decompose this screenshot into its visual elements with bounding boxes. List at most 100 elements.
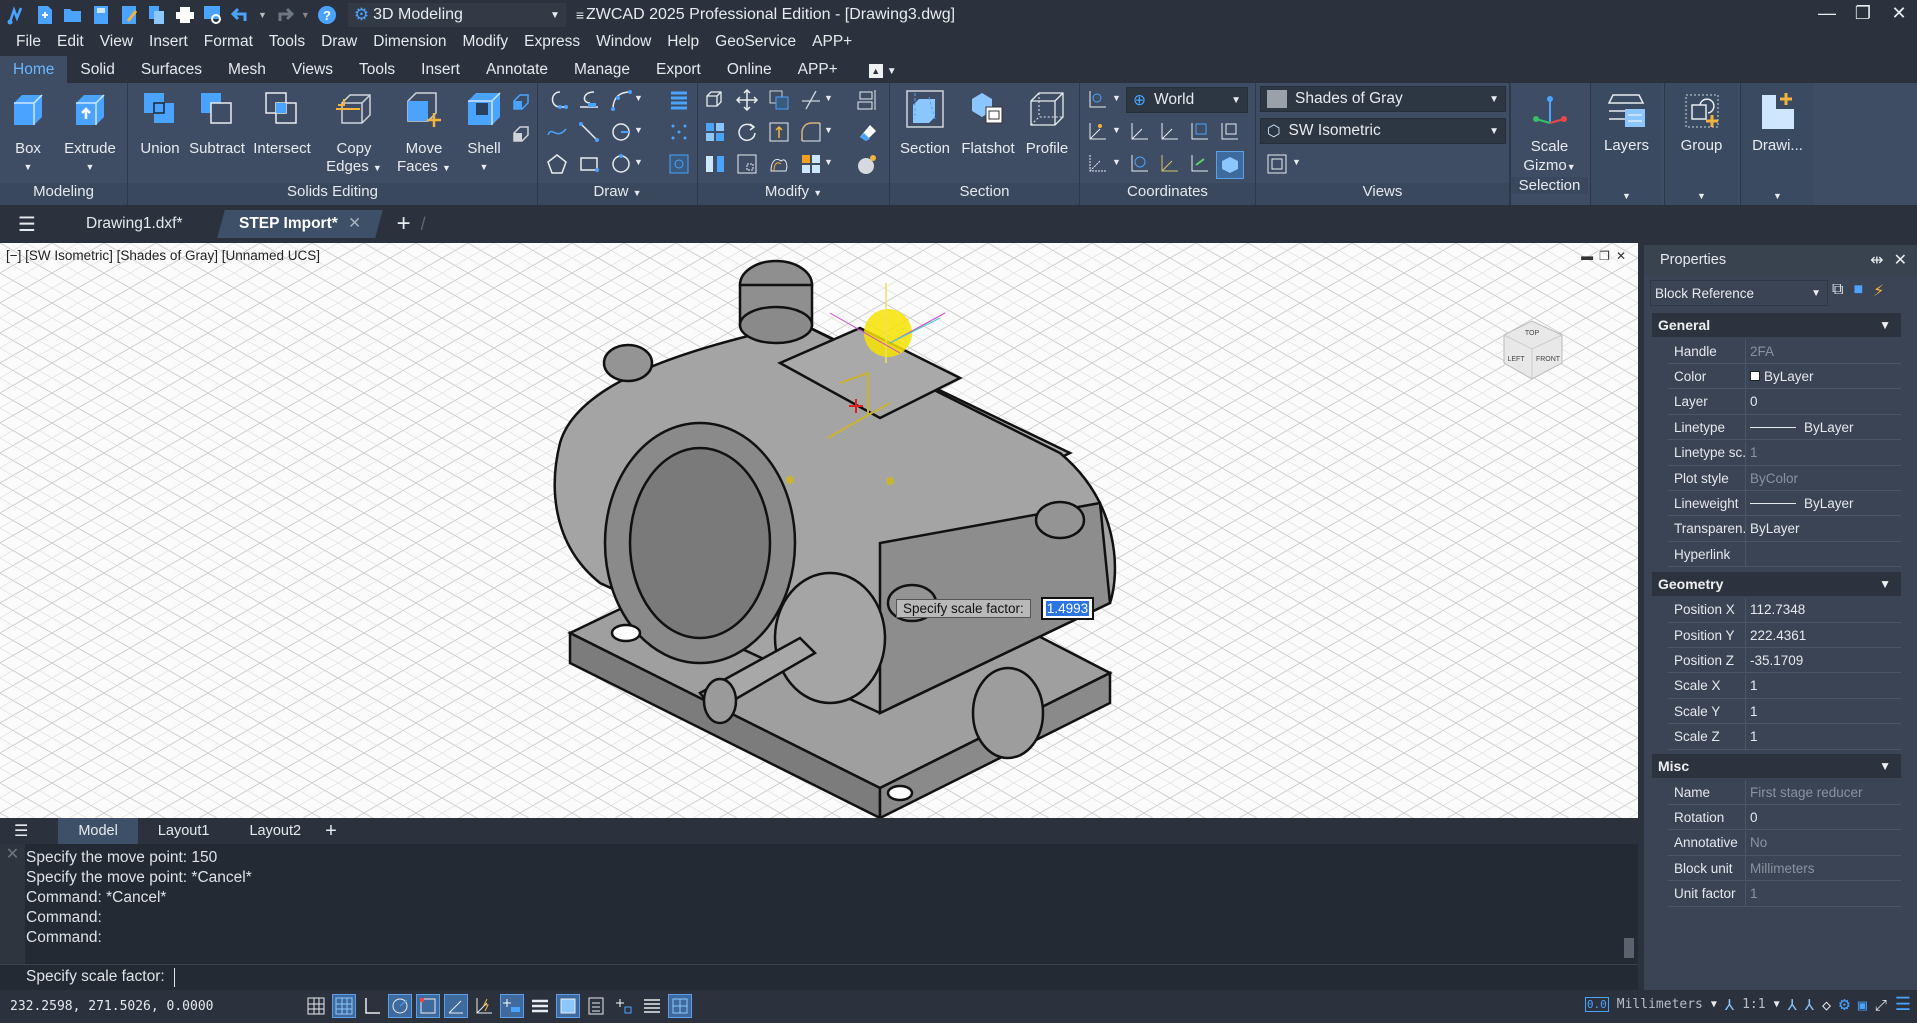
viewport-label[interactable]: [−] [SW Isometric] [Shades of Gray] [Unn…: [6, 248, 320, 263]
object-type-selector[interactable]: Block Reference ▼: [1650, 280, 1828, 306]
command-scrollbar[interactable]: [1624, 850, 1634, 958]
annotation-monitor-toggle[interactable]: [640, 994, 664, 1018]
tab-annotate[interactable]: Annotate: [473, 56, 561, 83]
property-row[interactable]: Plot style ByColor: [1668, 466, 1901, 491]
tab-insert[interactable]: Insert: [408, 56, 473, 83]
tab-export[interactable]: Export: [643, 56, 714, 83]
dynamic-ucs-toggle[interactable]: [472, 994, 496, 1018]
hatch-icon[interactable]: [668, 89, 690, 111]
viewport-restore-icon[interactable]: ❐: [1599, 249, 1610, 263]
viewport-config-dropdown-icon[interactable]: ▼: [1292, 157, 1301, 167]
align-icon[interactable]: [856, 89, 878, 111]
property-row[interactable]: Position Z -35.1709: [1668, 648, 1901, 674]
section-general[interactable]: General ▼: [1652, 313, 1901, 337]
add-layout-button[interactable]: +: [325, 820, 337, 843]
ucs-view-icon[interactable]: [1188, 121, 1210, 143]
ucs-z-icon[interactable]: [1158, 153, 1180, 175]
property-row[interactable]: Linetype ByLayer: [1668, 415, 1901, 441]
offset-icon[interactable]: [768, 153, 790, 175]
rotate-icon[interactable]: [736, 121, 758, 143]
ucs-x-icon[interactable]: [1128, 121, 1150, 143]
scale-factor-input[interactable]: 1.4993: [1040, 597, 1095, 620]
ortho-toggle[interactable]: [360, 994, 384, 1018]
annotation-scale[interactable]: 1:1: [1742, 997, 1765, 1012]
grid-toggle[interactable]: [304, 994, 328, 1018]
menu-geoservice[interactable]: GeoService: [707, 33, 804, 51]
line-icon[interactable]: [578, 121, 600, 143]
close-tab-icon[interactable]: ✕: [348, 215, 361, 232]
property-value[interactable]: 1: [1746, 729, 1758, 744]
ribbon-minimize-icon[interactable]: ▲: [868, 64, 883, 78]
clean-screen-icon[interactable]: ⤢: [1875, 996, 1887, 1014]
property-value[interactable]: No: [1746, 835, 1767, 850]
section-misc[interactable]: Misc ▼: [1652, 754, 1901, 778]
property-row[interactable]: Annotative No: [1668, 830, 1901, 856]
lineweight-toggle[interactable]: [528, 994, 552, 1018]
otrack-toggle[interactable]: [444, 994, 468, 1018]
view-cube[interactable]: TOP LEFT FRONT: [1498, 313, 1568, 383]
property-row[interactable]: Unit factor 1: [1668, 881, 1901, 907]
group-button[interactable]: Group ▼: [1664, 83, 1738, 205]
section-button[interactable]: Section: [896, 89, 954, 158]
point-icon[interactable]: [668, 121, 690, 143]
minimize-button[interactable]: —: [1809, 0, 1845, 26]
extract-edges-icon[interactable]: [510, 91, 532, 113]
property-row[interactable]: Block unit Millimeters: [1668, 856, 1901, 882]
visual-style-selector[interactable]: Shades of Gray ▼: [1260, 86, 1506, 112]
tab-solid[interactable]: Solid: [67, 56, 127, 83]
scale-icon[interactable]: [736, 153, 758, 175]
property-row[interactable]: Lineweight ByLayer: [1668, 491, 1901, 517]
extrude-button[interactable]: Extrude ▼: [62, 89, 118, 176]
workspace-selector[interactable]: ⚙ 3D Modeling ▼: [347, 3, 566, 27]
section-geometry[interactable]: Geometry ▼: [1652, 571, 1901, 596]
property-value[interactable]: Millimeters: [1746, 861, 1815, 876]
units-dropdown-icon[interactable]: ▼: [1711, 999, 1717, 1010]
isolate-objects-icon[interactable]: ◇: [1822, 996, 1831, 1014]
units-selector[interactable]: Millimeters: [1617, 997, 1703, 1012]
ucs-3point-icon[interactable]: [1086, 153, 1108, 175]
menu-express[interactable]: Express: [516, 33, 588, 51]
ucs-origin-dropdown-icon[interactable]: ▼: [1112, 125, 1121, 135]
auto-scale-icon[interactable]: ⅄: [1805, 996, 1814, 1014]
ucs-icon[interactable]: [1086, 89, 1108, 111]
undo-icon[interactable]: [230, 4, 252, 26]
explode-dropdown-icon[interactable]: ▼: [824, 157, 833, 167]
copy-object-icon[interactable]: [768, 89, 790, 111]
profile-button[interactable]: Profile: [1018, 89, 1076, 158]
tab-surfaces[interactable]: Surfaces: [128, 56, 215, 83]
property-value[interactable]: ByColor: [1746, 471, 1798, 486]
property-row[interactable]: Hyperlink: [1668, 542, 1901, 568]
property-row[interactable]: Layer 0: [1668, 389, 1901, 415]
property-value[interactable]: ByLayer: [1746, 521, 1800, 536]
help-icon[interactable]: ?: [316, 4, 338, 26]
customization-menu-icon[interactable]: ☰: [1895, 994, 1911, 1015]
dynamic-input-toggle[interactable]: [500, 994, 524, 1018]
fillet-dropdown-icon[interactable]: ▼: [824, 125, 833, 135]
select-objects-icon[interactable]: ■: [1853, 281, 1863, 301]
close-button[interactable]: ✕: [1881, 0, 1917, 26]
helix-icon[interactable]: [578, 89, 600, 111]
tab-home[interactable]: Home: [0, 56, 68, 83]
command-close-icon[interactable]: ✕: [0, 844, 25, 964]
view-selector[interactable]: ⬡ SW Isometric ▼: [1260, 118, 1506, 144]
union-button[interactable]: Union: [132, 89, 188, 158]
fillet-icon[interactable]: [800, 121, 822, 143]
save-as-icon[interactable]: [118, 4, 140, 26]
viewport-config-icon[interactable]: [1266, 153, 1288, 175]
transparency-toggle[interactable]: [556, 994, 580, 1018]
tab-tools[interactable]: Tools: [346, 56, 408, 83]
drawing-viewport[interactable]: [−] [SW Isometric] [Shades of Gray] [Unn…: [0, 243, 1638, 818]
ellipse-icon[interactable]: [610, 153, 632, 175]
property-value[interactable]: 1: [1746, 445, 1758, 460]
menu-file[interactable]: File: [8, 33, 49, 51]
snap-toggle[interactable]: [332, 994, 356, 1018]
copy-edges-button[interactable]: Copy Edges ▼: [324, 89, 384, 177]
spline-icon[interactable]: [546, 121, 568, 143]
explode-icon[interactable]: [800, 153, 822, 175]
menu-view[interactable]: View: [92, 33, 141, 51]
property-value[interactable]: ByLayer: [1746, 420, 1854, 435]
open-icon[interactable]: [62, 4, 84, 26]
redo-icon[interactable]: [273, 4, 295, 26]
tab-views[interactable]: Views: [279, 56, 346, 83]
property-row[interactable]: Scale Z1: [1668, 724, 1901, 750]
